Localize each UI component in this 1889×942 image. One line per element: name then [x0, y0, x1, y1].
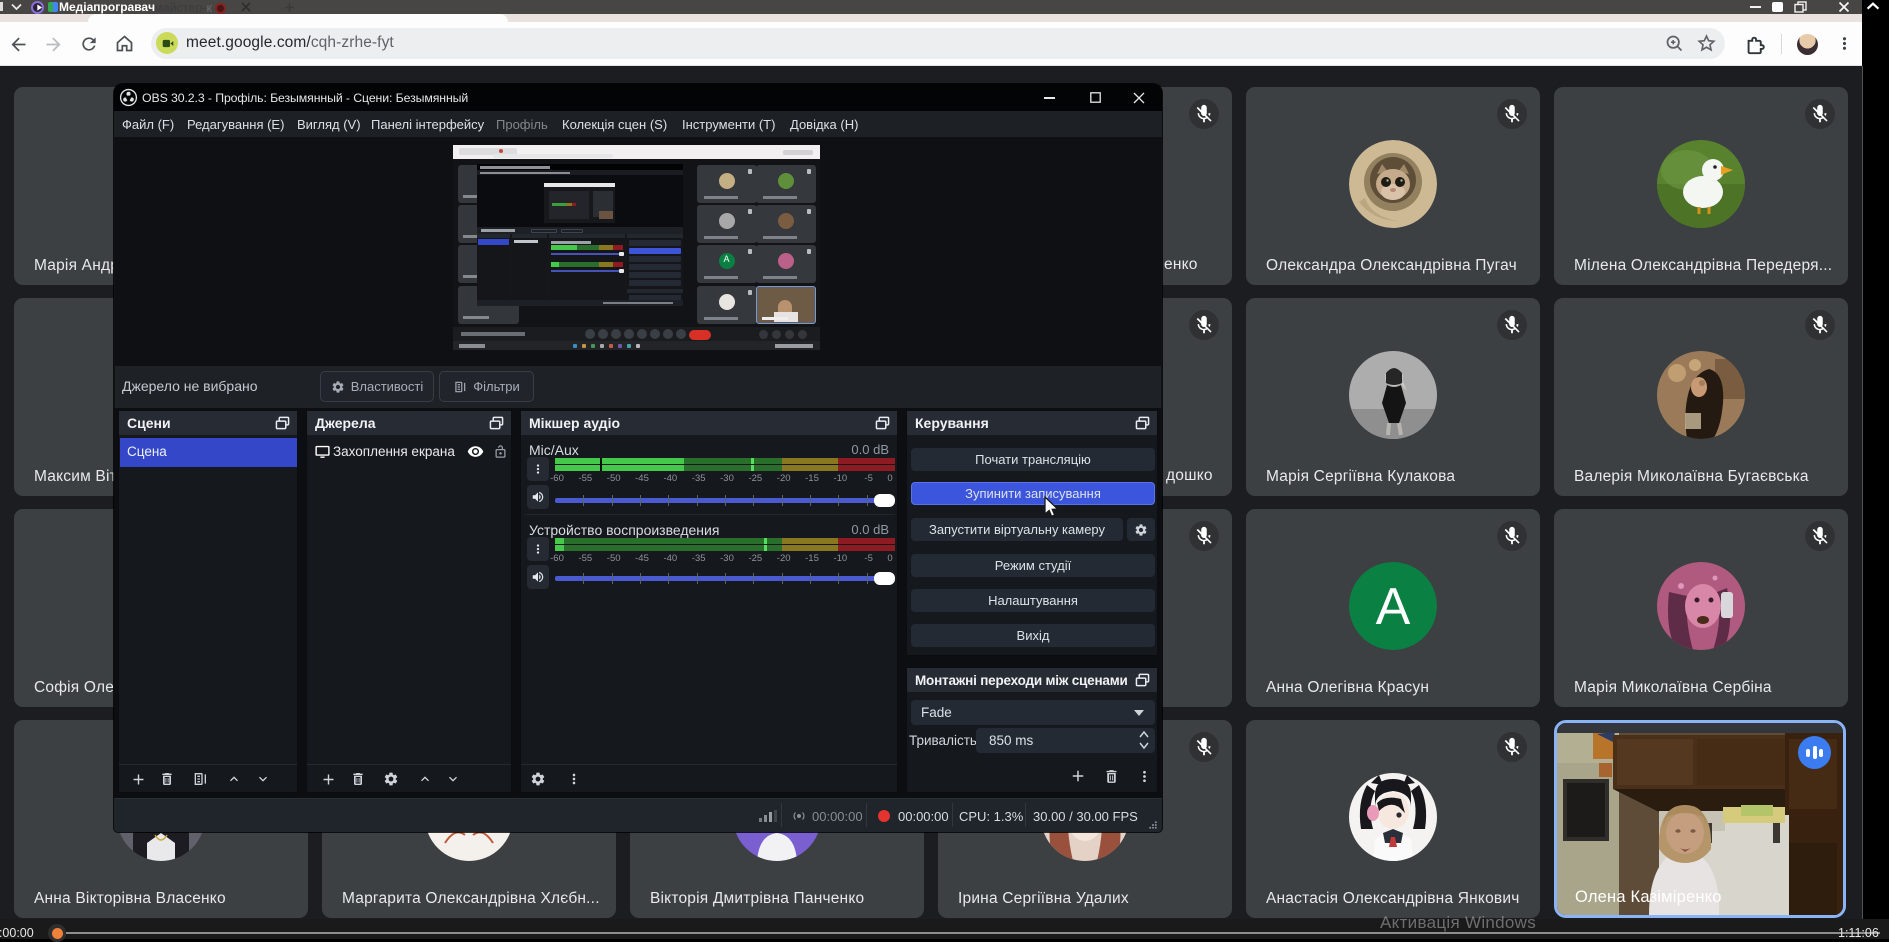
svg-text:А: А	[1376, 578, 1411, 636]
